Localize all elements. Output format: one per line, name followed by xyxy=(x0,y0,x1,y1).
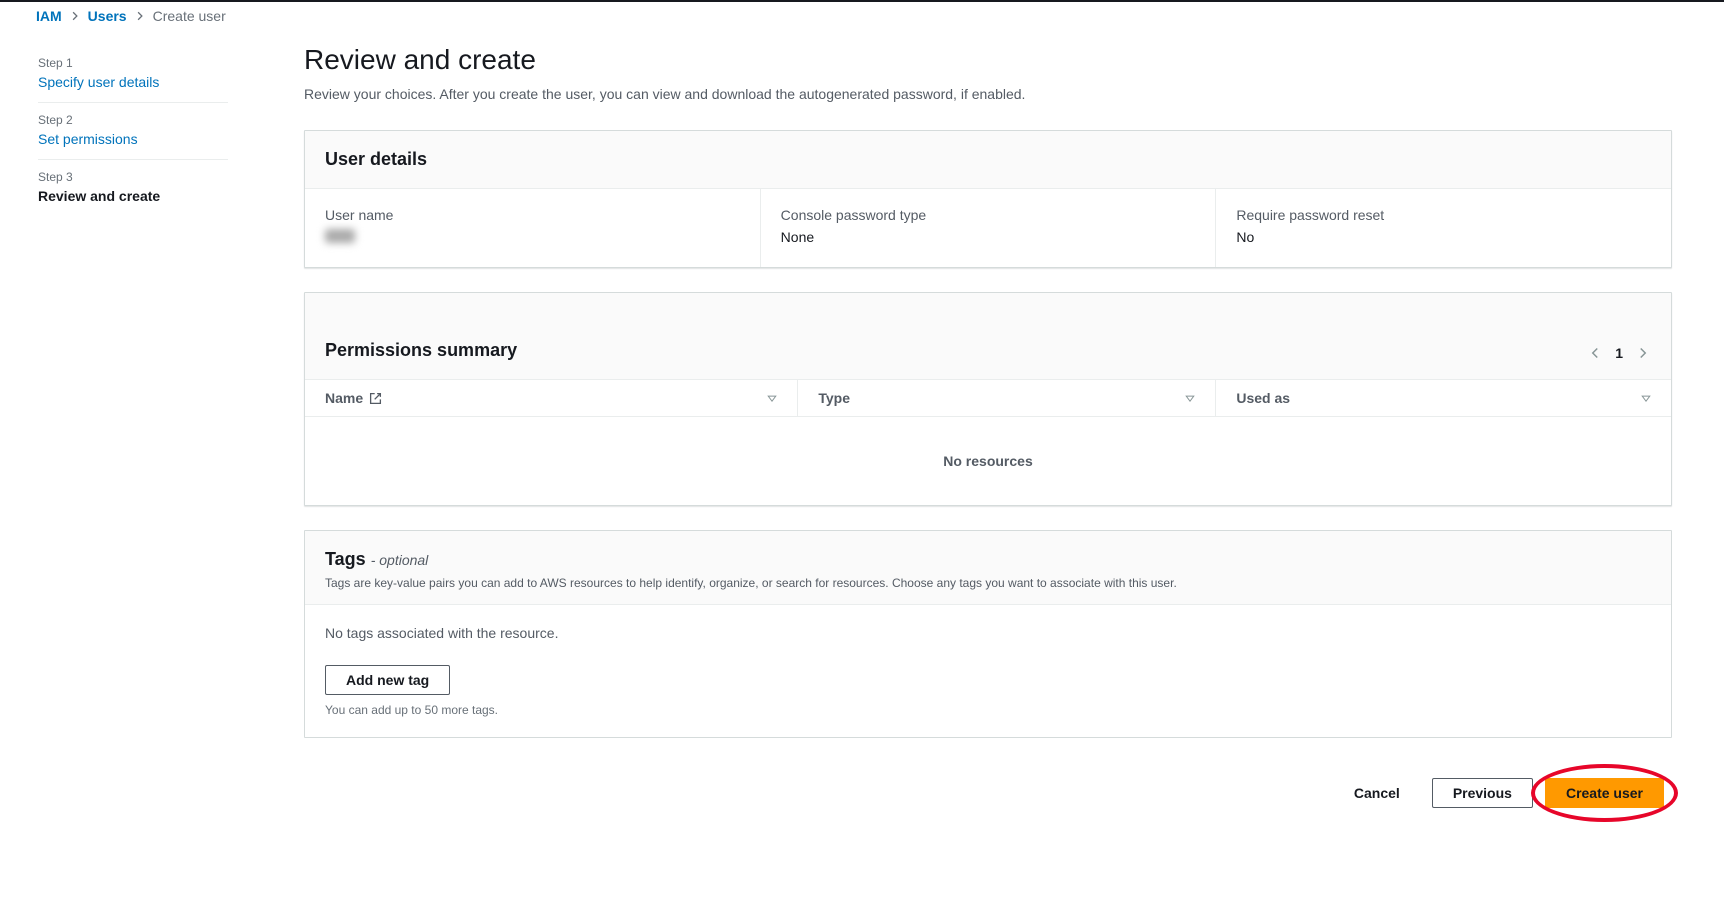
col-name[interactable]: Name xyxy=(305,380,798,416)
user-name-value xyxy=(325,229,355,243)
col-type[interactable]: Type xyxy=(798,380,1216,416)
col-label: Type xyxy=(818,390,850,406)
pagination: 1 xyxy=(1587,311,1651,361)
panel-title: Permissions summary xyxy=(325,340,517,361)
panel-title: User details xyxy=(325,149,1651,170)
cancel-button[interactable]: Cancel xyxy=(1334,779,1420,807)
panel-title: Tags - optional xyxy=(325,549,1651,570)
sort-icon xyxy=(1641,393,1651,403)
pagination-next-icon[interactable] xyxy=(1635,345,1651,361)
panel-header: Tags - optional Tags are key-value pairs… xyxy=(305,531,1671,605)
step-title: Set permissions xyxy=(38,131,228,147)
breadcrumb-current: Create user xyxy=(153,8,226,24)
step-title: Review and create xyxy=(38,188,228,204)
sidebar-step-1[interactable]: Step 1 Specify user details xyxy=(38,46,228,103)
step-label: Step 3 xyxy=(38,170,228,184)
chevron-right-icon xyxy=(135,11,145,21)
user-details-row: User name Console password type None Req… xyxy=(305,189,1671,267)
previous-button[interactable]: Previous xyxy=(1432,778,1533,808)
sort-icon xyxy=(767,393,777,403)
password-type-value: None xyxy=(781,229,1196,245)
step-label: Step 2 xyxy=(38,113,228,127)
page-title: Review and create xyxy=(304,44,1672,76)
page-wrapper: IAM Users Create user Step 1 Specify use… xyxy=(0,2,1724,888)
main-content: Review and create Review your choices. A… xyxy=(280,6,1700,848)
table-empty-message: No resources xyxy=(305,417,1671,505)
permissions-panel: Permissions summary 1 Name xyxy=(304,292,1672,506)
pagination-prev-icon[interactable] xyxy=(1587,345,1603,361)
tags-description: Tags are key-value pairs you can add to … xyxy=(325,576,1651,590)
tags-panel: Tags - optional Tags are key-value pairs… xyxy=(304,530,1672,738)
permissions-table: Name Type xyxy=(305,379,1671,505)
sidebar-step-3: Step 3 Review and create xyxy=(38,160,228,216)
page-subtitle: Review your choices. After you create th… xyxy=(304,86,1672,102)
detail-label: User name xyxy=(325,207,740,223)
chevron-right-icon xyxy=(70,11,80,21)
create-user-button[interactable]: Create user xyxy=(1545,778,1664,808)
pagination-page: 1 xyxy=(1615,345,1623,361)
table-header-row: Name Type xyxy=(305,379,1671,417)
optional-label: - optional xyxy=(371,552,429,568)
user-name-cell: User name xyxy=(305,189,760,267)
breadcrumb-users[interactable]: Users xyxy=(88,8,127,24)
tags-heading: Tags xyxy=(325,549,366,569)
external-link-icon xyxy=(369,392,382,405)
tags-body: No tags associated with the resource. Ad… xyxy=(305,605,1671,737)
panel-header: User details xyxy=(305,131,1671,189)
step-title: Specify user details xyxy=(38,74,228,90)
col-label: Name xyxy=(325,390,363,406)
breadcrumb-iam[interactable]: IAM xyxy=(36,8,62,24)
add-new-tag-button[interactable]: Add new tag xyxy=(325,665,450,695)
step-label: Step 1 xyxy=(38,56,228,70)
require-reset-value: No xyxy=(1236,229,1651,245)
col-label: Used as xyxy=(1236,390,1290,406)
breadcrumb: IAM Users Create user xyxy=(36,8,260,46)
detail-label: Require password reset xyxy=(1236,207,1651,223)
sidebar: IAM Users Create user Step 1 Specify use… xyxy=(0,6,280,848)
footer-actions: Cancel Previous Create user xyxy=(304,762,1672,848)
sort-icon xyxy=(1185,393,1195,403)
panel-header: Permissions summary 1 xyxy=(305,293,1671,379)
detail-label: Console password type xyxy=(781,207,1196,223)
col-used-as[interactable]: Used as xyxy=(1216,380,1671,416)
user-details-panel: User details User name Console password … xyxy=(304,130,1672,268)
require-reset-cell: Require password reset No xyxy=(1215,189,1671,267)
tags-empty-message: No tags associated with the resource. xyxy=(325,625,1651,641)
tags-hint: You can add up to 50 more tags. xyxy=(325,703,1651,717)
password-type-cell: Console password type None xyxy=(760,189,1216,267)
sidebar-step-2[interactable]: Step 2 Set permissions xyxy=(38,103,228,160)
